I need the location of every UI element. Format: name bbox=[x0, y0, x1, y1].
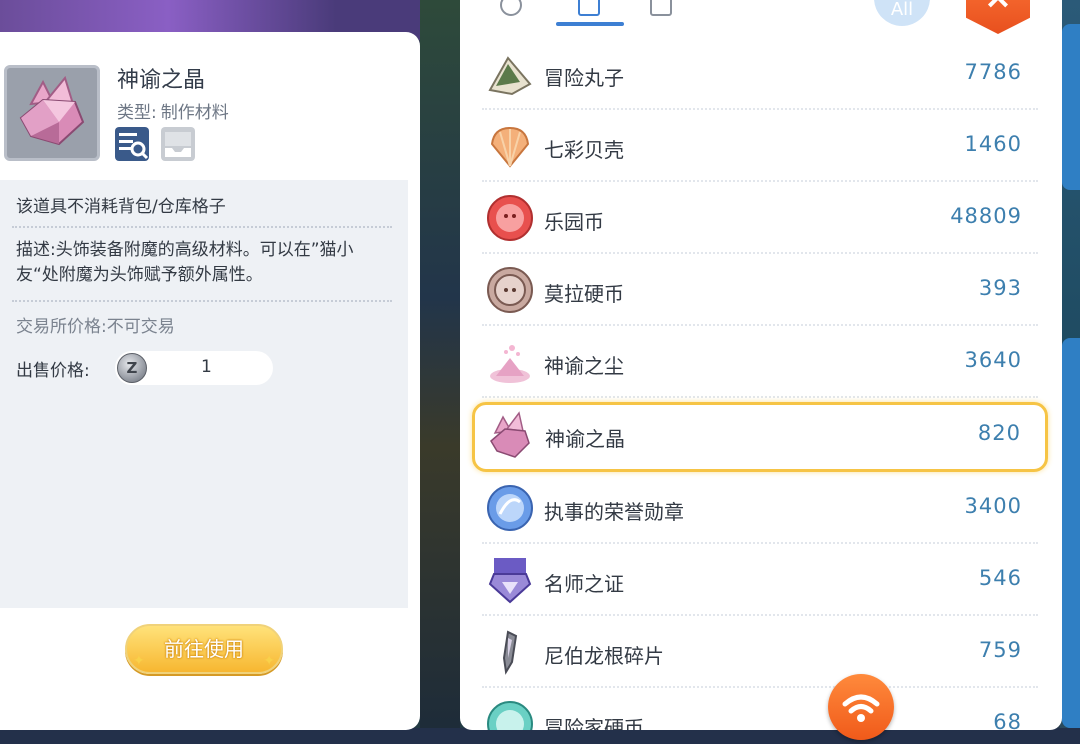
sell-price-value: 1 bbox=[201, 357, 212, 377]
sell-price-label: 出售价格: bbox=[16, 361, 90, 381]
list-item-qty: 7786 bbox=[964, 60, 1022, 84]
list-item-name: 冒险丸子 bbox=[544, 66, 624, 90]
list-item-qty: 1460 bbox=[964, 132, 1022, 156]
list-item[interactable]: 七彩贝壳 1460 bbox=[482, 112, 1038, 182]
network-status-button[interactable] bbox=[828, 674, 894, 740]
list-item-qty: 3400 bbox=[964, 494, 1022, 518]
item-type: 类型: 制作材料 bbox=[117, 98, 229, 123]
item-list-panel: All × 冒险丸子 7786 七彩贝壳 1460 乐园币 48809 bbox=[460, 0, 1062, 730]
list-item-name: 莫拉硬币 bbox=[544, 282, 624, 306]
wifi-icon bbox=[842, 694, 880, 722]
zeny-coin-icon: Z bbox=[117, 353, 147, 383]
active-tab-indicator bbox=[556, 22, 624, 26]
sparkle-icon: ✦ bbox=[263, 653, 275, 669]
item-description-area: 该道具不消耗背包/仓库格子 描述:头饰装备附魔的高级材料。可以在”猫小友“处附魔… bbox=[0, 180, 408, 608]
list-item-qty: 820 bbox=[977, 421, 1021, 445]
list-item-name: 尼伯龙根碎片 bbox=[544, 644, 664, 668]
list-item-qty: 759 bbox=[978, 638, 1022, 662]
storage-tray-icon[interactable] bbox=[160, 126, 196, 162]
adventurer-coin-icon bbox=[487, 701, 533, 730]
list-item-name: 乐园币 bbox=[544, 210, 604, 234]
list-item-qty: 393 bbox=[978, 276, 1022, 300]
tab-zeny-icon[interactable] bbox=[500, 0, 522, 16]
item-detail-panel: 神谕之晶 类型: 制作材料 该道具不消耗背包/仓库格子 描述:头饰装备附魔的高级材… bbox=[0, 32, 420, 730]
item-title: 神谕之晶 bbox=[117, 68, 206, 93]
tab-cards-icon[interactable] bbox=[650, 0, 672, 16]
list-item-name: 冒险家硬币 bbox=[544, 716, 644, 730]
item-type-label: 类型: bbox=[117, 103, 157, 123]
list-item-qty: 48809 bbox=[950, 204, 1022, 228]
list-item[interactable]: 乐园币 48809 bbox=[482, 184, 1038, 254]
right-edge-tab[interactable] bbox=[1062, 24, 1080, 190]
seashell-icon bbox=[490, 126, 530, 168]
list-item[interactable]: 神谕之尘 3640 bbox=[482, 328, 1038, 398]
list-item[interactable]: 莫拉硬币 393 bbox=[482, 256, 1038, 326]
item-description: 描述:头饰装备附魔的高级材料。可以在”猫小友“处附魔为头饰赋予额外属性。 bbox=[16, 240, 354, 285]
list-item-qty: 68 bbox=[993, 710, 1022, 730]
oracle-dust-icon bbox=[490, 345, 530, 383]
tab-materials-icon[interactable] bbox=[578, 0, 600, 16]
list-item[interactable]: 冒险丸子 7786 bbox=[482, 40, 1038, 110]
go-use-button[interactable]: ✦ 前往使用 ✦ bbox=[125, 624, 283, 674]
nibelung-shard-icon bbox=[502, 630, 518, 675]
list-item[interactable]: 冒险家硬币 68 bbox=[482, 690, 1038, 730]
item-icon-frame bbox=[4, 65, 100, 161]
item-type-value: 制作材料 bbox=[160, 103, 229, 123]
list-item-name: 名师之证 bbox=[544, 572, 624, 596]
list-item-qty: 3640 bbox=[964, 348, 1022, 372]
paradise-coin-icon bbox=[487, 195, 533, 241]
sell-price-box: Z 1 bbox=[115, 351, 273, 385]
divider bbox=[12, 300, 392, 302]
list-item-name: 执事的荣誉勋章 bbox=[544, 500, 684, 524]
category-tabs: All × bbox=[460, 0, 1062, 34]
rice-ball-icon bbox=[488, 56, 532, 96]
list-item[interactable]: 执事的荣誉勋章 3400 bbox=[482, 474, 1038, 544]
oracle-crystal-icon bbox=[490, 411, 530, 458]
background-scene-middle bbox=[420, 0, 460, 744]
master-badge-icon bbox=[488, 558, 532, 604]
list-item[interactable]: 名师之证 546 bbox=[482, 546, 1038, 616]
list-item-qty: 546 bbox=[978, 566, 1022, 590]
all-filter-button[interactable]: All bbox=[874, 0, 930, 26]
list-item-name: 神谕之尘 bbox=[544, 354, 624, 378]
right-edge-tab[interactable] bbox=[1062, 338, 1080, 728]
oracle-crystal-icon bbox=[19, 75, 85, 146]
inspect-icon[interactable] bbox=[114, 126, 150, 162]
list-item-name: 神谕之晶 bbox=[545, 427, 625, 451]
list-item-name: 七彩贝壳 bbox=[544, 138, 624, 162]
close-button[interactable]: × bbox=[966, 0, 1030, 34]
storage-note: 该道具不消耗背包/仓库格子 bbox=[16, 197, 226, 217]
background-scene-bottom bbox=[0, 728, 1080, 744]
go-use-label: 前往使用 bbox=[164, 637, 244, 661]
trade-price: 交易所价格:不可交易 bbox=[16, 317, 175, 337]
list-item-selected[interactable]: 神谕之晶 820 bbox=[472, 402, 1048, 472]
mora-coin-icon bbox=[487, 267, 533, 313]
divider bbox=[12, 226, 392, 228]
sparkle-icon: ✦ bbox=[133, 653, 145, 669]
list-item[interactable]: 尼伯龙根碎片 759 bbox=[482, 618, 1038, 688]
honor-medal-icon bbox=[487, 485, 533, 531]
